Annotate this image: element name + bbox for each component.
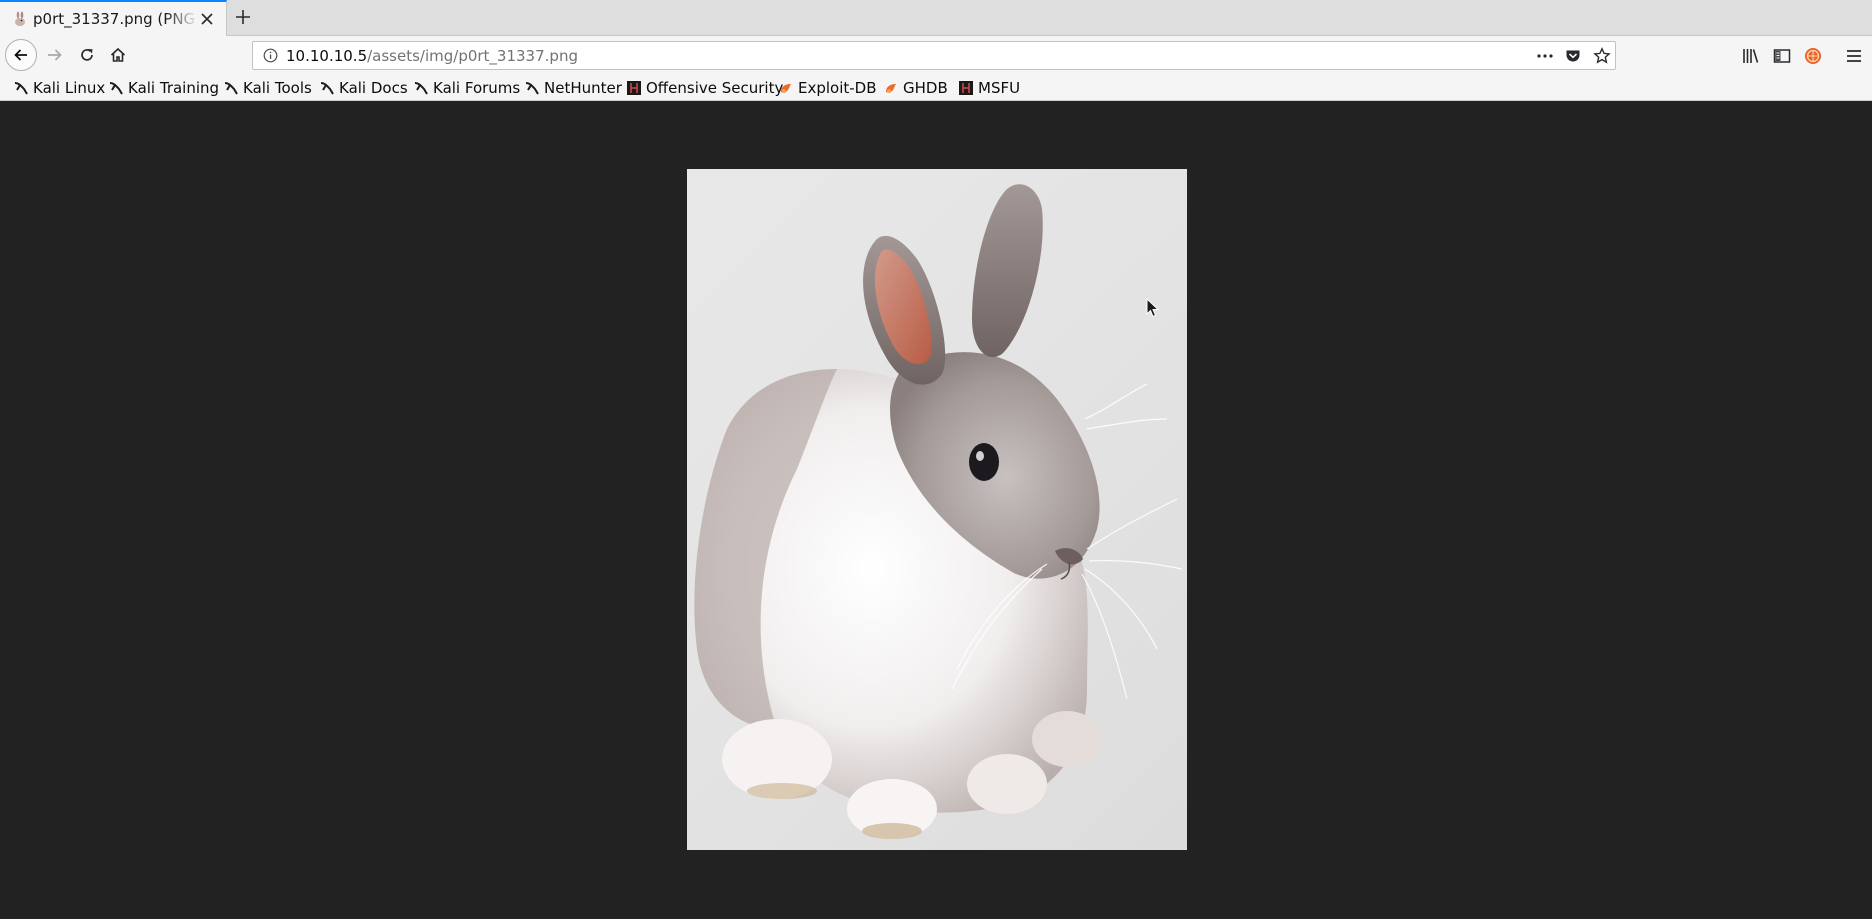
hamburger-menu-icon[interactable] bbox=[1844, 46, 1864, 66]
bookmark-star-icon[interactable] bbox=[1593, 47, 1611, 65]
bookmark-label: Kali Docs bbox=[339, 79, 408, 97]
close-tab-icon[interactable] bbox=[200, 12, 214, 26]
offsec-icon bbox=[959, 81, 973, 95]
rabbit-image[interactable] bbox=[687, 169, 1187, 850]
image-viewer-content bbox=[0, 101, 1872, 919]
bookmark-label: MSFU bbox=[978, 79, 1021, 97]
pocket-icon[interactable] bbox=[1565, 48, 1581, 64]
mouse-cursor-icon bbox=[1146, 298, 1160, 318]
bookmark-label: Offensive Security bbox=[646, 79, 784, 97]
kali-dragon-icon bbox=[320, 82, 334, 95]
bookmark-label: Kali Linux bbox=[33, 79, 106, 97]
url-host: 10.10.10.5 bbox=[286, 47, 368, 65]
new-tab-icon[interactable] bbox=[234, 8, 252, 26]
kali-dragon-icon bbox=[224, 82, 238, 95]
bookmark-label: Kali Tools bbox=[243, 79, 312, 97]
tab-title: p0rt_31337.png (PNG Image, 500 × 681 pix… bbox=[33, 10, 198, 28]
url-text[interactable]: 10.10.10.5/assets/img/p0rt_31337.png bbox=[286, 47, 578, 65]
exploit-db-icon bbox=[781, 84, 791, 93]
offsec-icon bbox=[627, 81, 641, 95]
kali-dragon-icon bbox=[414, 82, 428, 95]
navigation-toolbar: 10.10.10.5/assets/img/p0rt_31337.png bbox=[0, 36, 1872, 75]
url-path: /assets/img/p0rt_31337.png bbox=[367, 47, 578, 65]
bookmarks-toolbar: Kali Linux Kali Training Kali Tools Kali… bbox=[0, 75, 1872, 101]
bookmark-label: Kali Training bbox=[128, 79, 220, 97]
reload-icon[interactable] bbox=[78, 46, 96, 64]
back-button[interactable] bbox=[5, 39, 37, 71]
kali-dragon-icon bbox=[525, 82, 539, 95]
back-arrow-icon bbox=[14, 49, 27, 61]
kali-dragon-icon bbox=[109, 82, 123, 95]
tab-strip: p0rt_31337.png (PNG Image, 500 × 681 pix… bbox=[0, 0, 1872, 36]
rabbit-illustration bbox=[694, 184, 1183, 839]
kali-dragon-icon bbox=[14, 82, 28, 95]
bookmark-label: NetHunter bbox=[544, 79, 622, 97]
bookmark-label: Kali Forums bbox=[433, 79, 521, 97]
site-info-icon[interactable] bbox=[263, 48, 278, 63]
home-icon[interactable] bbox=[109, 46, 127, 64]
sidebar-toggle-icon[interactable] bbox=[1772, 46, 1792, 66]
bookmark-label: GHDB bbox=[903, 79, 948, 97]
extension-icon[interactable] bbox=[1803, 46, 1823, 66]
bookmark-label: Exploit-DB bbox=[798, 79, 877, 97]
library-icon[interactable] bbox=[1741, 46, 1761, 66]
active-tab[interactable]: p0rt_31337.png (PNG Image, 500 × 681 pix… bbox=[0, 0, 227, 36]
rabbit-favicon-icon bbox=[15, 11, 25, 26]
exploit-db-icon bbox=[886, 84, 896, 93]
forward-icon[interactable] bbox=[46, 46, 64, 64]
url-bar[interactable]: 10.10.10.5/assets/img/p0rt_31337.png bbox=[252, 41, 1616, 70]
page-actions-more-icon[interactable] bbox=[1536, 48, 1554, 64]
